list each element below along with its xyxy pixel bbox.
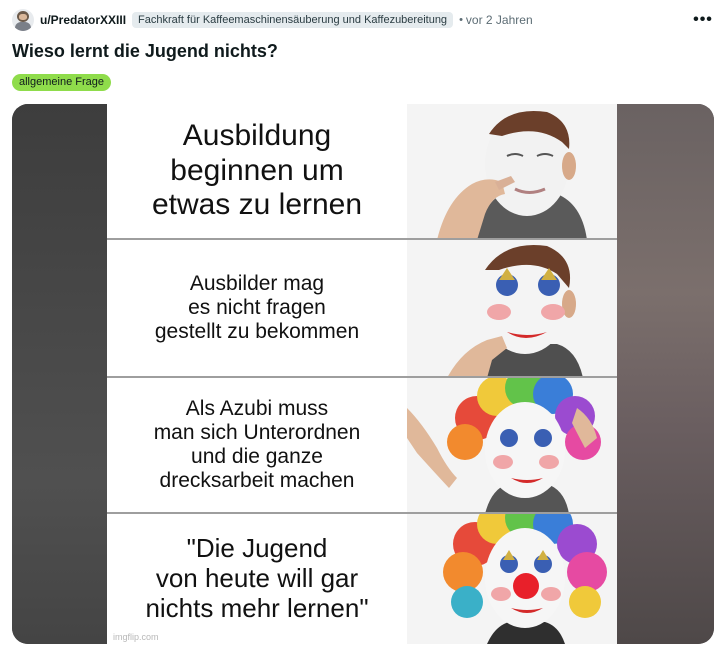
post-image-container[interactable]: Ausbildung beginnen um etwas zu lernen A… [12,104,714,644]
meme-panel-3: Als Azubi muss man sich Unterordnen und … [107,378,617,514]
post-time: vor 2 Jahren [465,13,533,27]
meme-caption-2: Ausbilder mag es nicht fragen gestellt z… [154,271,360,344]
user-flair: Fachkraft für Kaffeemaschinensäuberung u… [132,12,454,28]
clown-face-2-image [407,240,617,376]
clown-face-4-image [407,514,617,644]
meme-caption-3: Als Azubi muss man sich Unterordnen und … [153,396,361,493]
image-blur-left [12,104,108,644]
meme-panel-1: Ausbildung beginnen um etwas zu lernen [107,104,617,240]
post-flair[interactable]: allgemeine Frage [12,74,111,91]
meme-caption-1: Ausbildung beginnen um etwas zu lernen [151,119,363,222]
username-link[interactable]: u/PredatorXXIII [40,13,126,27]
more-options-icon: ••• [693,11,713,28]
meme-caption-4: "Die Jugend von heute will gar nichts me… [145,533,369,623]
separator-dot: • [459,14,463,26]
clown-face-3-image [407,378,617,512]
meme-panel-4: "Die Jugend von heute will gar nichts me… [107,514,617,644]
meme-image: Ausbildung beginnen um etwas zu lernen A… [107,104,617,644]
image-blur-right [616,104,714,644]
post-header: u/PredatorXXIII Fachkraft für Kaffeemasc… [12,8,720,32]
more-options-button[interactable]: ••• [690,8,716,32]
meme-panel-2: Ausbilder mag es nicht fragen gestellt z… [107,240,617,378]
user-avatar[interactable] [12,9,34,31]
imgflip-watermark: imgflip.com [113,632,159,642]
post-title[interactable]: Wieso lernt die Jugend nichts? [12,41,278,62]
clown-face-1-image [407,104,617,238]
